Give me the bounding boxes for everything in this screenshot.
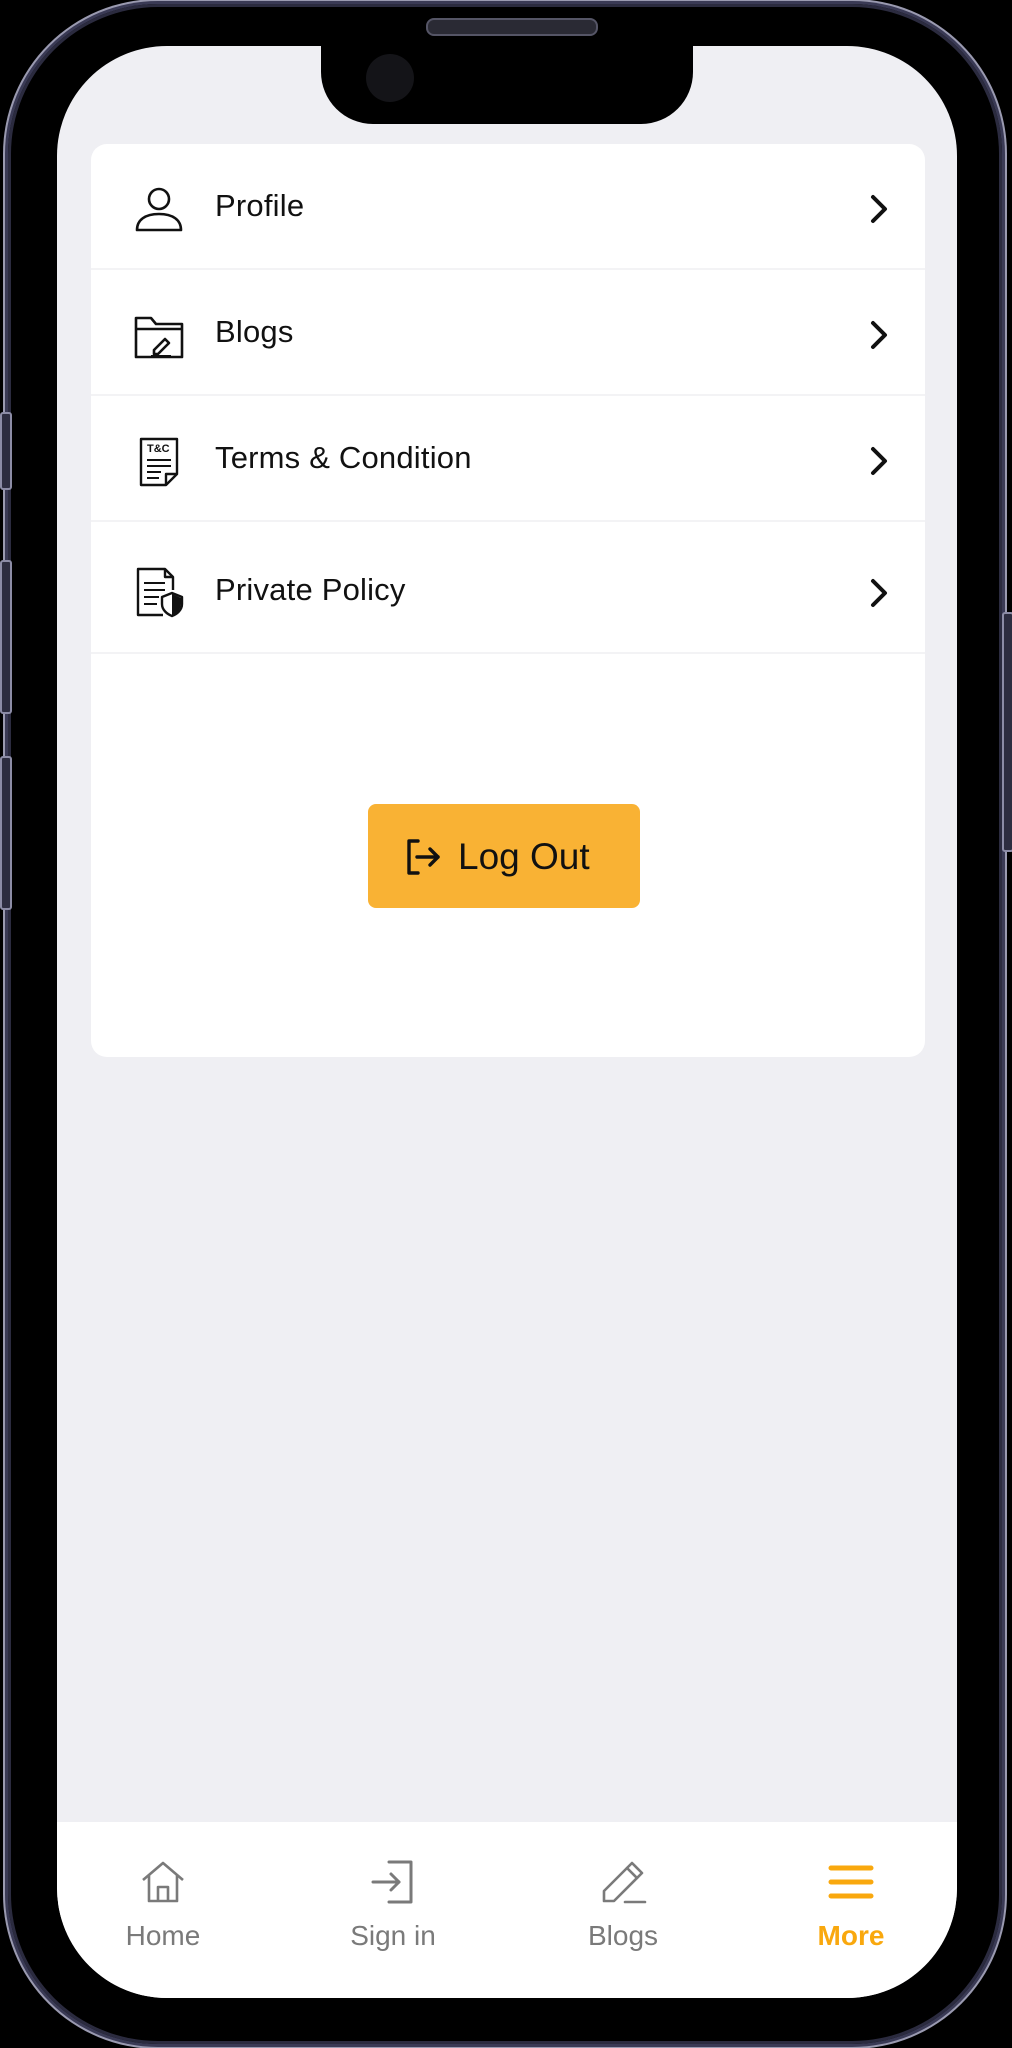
- document-shield-icon: [136, 567, 184, 618]
- tab-label: Home: [125, 1920, 201, 1951]
- menu-item-private-policy[interactable]: Private Policy: [91, 522, 925, 654]
- terms-document-icon: T&C: [139, 437, 179, 487]
- menu-card: Profile Blogs T&C Terms & Condition Priv…: [91, 144, 925, 1057]
- volume-down-button: [0, 756, 12, 910]
- logout-button[interactable]: Log Out: [368, 804, 640, 908]
- home-icon: [142, 1861, 184, 1903]
- volume-up-button: [0, 560, 12, 714]
- menu-item-label: Private Policy: [215, 572, 406, 607]
- chevron-right-icon: [871, 447, 887, 475]
- phone-screen: Profile Blogs T&C Terms & Condition Priv…: [57, 46, 957, 1998]
- logout-icon: [407, 839, 440, 875]
- mute-switch: [0, 412, 12, 490]
- notch: [321, 46, 693, 124]
- logout-label: Log Out: [458, 836, 590, 877]
- tab-blogs[interactable]: Blogs: [523, 1822, 723, 1998]
- user-icon: [135, 187, 183, 232]
- tab-label: Sign in: [350, 1920, 436, 1951]
- chevron-right-icon: [871, 579, 887, 607]
- menu-item-label: Terms & Condition: [215, 440, 472, 475]
- tab-home[interactable]: Home: [63, 1822, 263, 1998]
- menu-item-blogs[interactable]: Blogs: [91, 270, 925, 396]
- tab-sign-in[interactable]: Sign in: [293, 1822, 493, 1998]
- speaker-grille: [426, 18, 598, 36]
- power-button: [1002, 612, 1012, 852]
- bottom-tab-bar: Home Sign in Blogs More: [57, 1822, 957, 1998]
- chevron-right-icon: [871, 195, 887, 223]
- menu-icon: [828, 1865, 874, 1899]
- menu-item-profile[interactable]: Profile: [91, 144, 925, 270]
- sign-in-icon: [371, 1860, 413, 1904]
- tab-label: Blogs: [587, 1920, 659, 1951]
- front-camera: [366, 54, 414, 102]
- menu-item-terms[interactable]: T&C Terms & Condition: [91, 396, 925, 522]
- pen-icon: [602, 1861, 647, 1904]
- menu-item-label: Profile: [215, 188, 305, 223]
- folder-edit-icon: [134, 316, 184, 359]
- tab-label: More: [817, 1920, 885, 1951]
- chevron-right-icon: [871, 321, 887, 349]
- svg-text:T&C: T&C: [147, 443, 170, 455]
- tab-more[interactable]: More: [751, 1822, 951, 1998]
- menu-item-label: Blogs: [215, 314, 294, 349]
